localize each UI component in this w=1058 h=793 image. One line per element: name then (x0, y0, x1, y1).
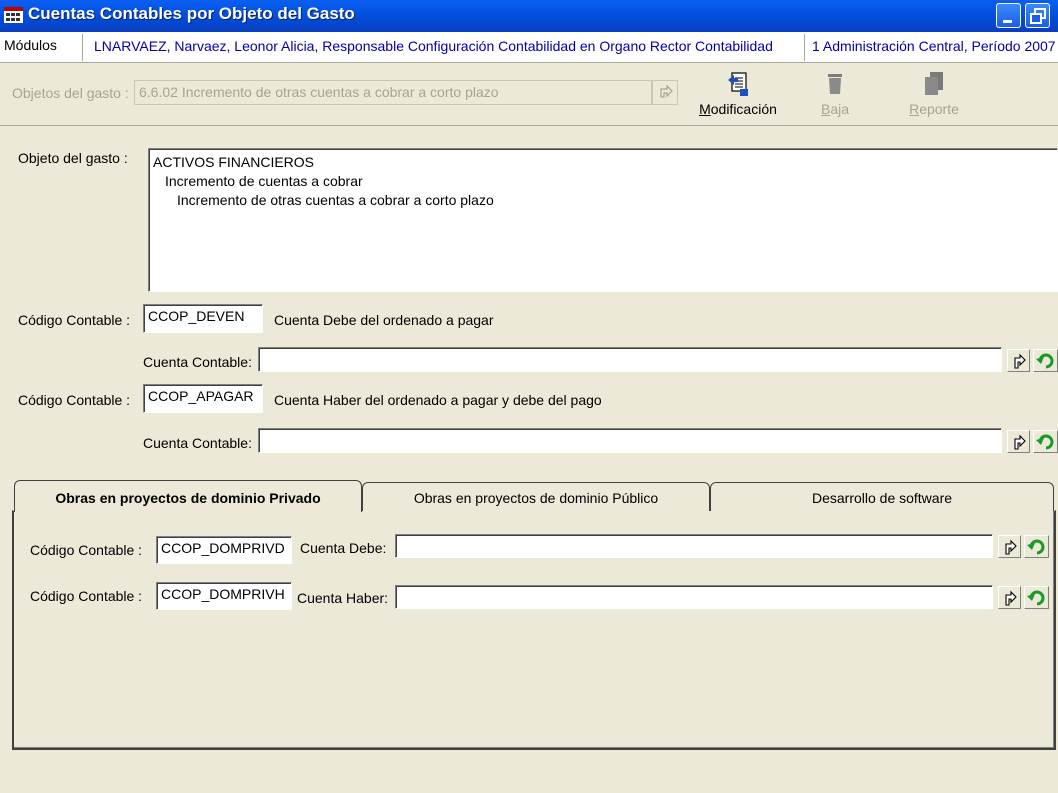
cuenta-debe-clear-button[interactable] (1024, 535, 1049, 558)
codigo-contable-label: Código Contable : (18, 392, 131, 408)
report-icon (925, 72, 943, 95)
objeto-gasto-tree[interactable]: ACTIVOS FINANCIEROS Incremento de cuenta… (148, 148, 1058, 292)
tab-desarrollo-software[interactable]: Desarrollo de software (710, 482, 1054, 511)
undo-icon (1027, 539, 1045, 555)
tree-item-level-1[interactable]: Incremento de cuentas a cobrar (153, 172, 1053, 191)
cuenta-debe-field[interactable] (395, 534, 993, 558)
cuenta-contable-apagar-field[interactable] (258, 428, 1002, 453)
lookup-arrow-icon (1014, 434, 1026, 450)
reporte-button[interactable]: Reporte (898, 70, 970, 122)
divider (82, 34, 83, 61)
codigo-apagar-description: Cuenta Haber del ordenado a pagar y debe… (274, 392, 602, 408)
cuenta-haber-clear-button[interactable] (1024, 586, 1049, 609)
codigo-contable-label: Código Contable : (18, 312, 131, 328)
app-icon (4, 7, 23, 23)
codigo-domprivd-field[interactable]: CCOP_DOMPRIVD (156, 536, 292, 564)
cuenta-haber-label: Cuenta Haber: (297, 590, 389, 606)
codigo-contable-deven-field[interactable]: CCOP_DEVEN (143, 304, 263, 333)
cuenta-debe-label: Cuenta Debe: (300, 540, 387, 556)
window-title: Cuentas Contables por Objeto del Gasto (28, 4, 355, 23)
cuenta-clear-button[interactable] (1033, 349, 1058, 372)
title-bar: Cuentas Contables por Objeto del Gasto (0, 0, 1058, 32)
status-info-bar: Módulos LNARVAEZ, Narvaez, Leonor Alicia… (0, 32, 1058, 63)
tab-dominio-publico[interactable]: Obras en proyectos de dominio Público (362, 482, 710, 511)
lookup-arrow-icon (1014, 353, 1026, 369)
undo-icon (1036, 434, 1054, 450)
cuenta-haber-field[interactable] (395, 585, 993, 609)
codigo-deven-description: Cuenta Debe del ordenado a pagar (274, 312, 494, 328)
lookup-arrow-icon (1005, 590, 1017, 606)
undo-icon (1036, 353, 1054, 369)
undo-icon (1027, 590, 1045, 606)
objetos-gasto-label: Objetos del gasto : (12, 85, 129, 101)
edit-document-icon (728, 72, 748, 96)
cuenta-contable-label: Cuenta Contable: (143, 354, 252, 370)
codigo-domprivh-field[interactable]: CCOP_DOMPRIVH (156, 582, 292, 610)
tree-item-level-0[interactable]: ACTIVOS FINANCIEROS (153, 153, 1053, 172)
objetos-gasto-field[interactable]: 6.6.02 Incremento de otras cuentas a cob… (134, 80, 652, 105)
cuenta-lookup-button[interactable] (1007, 349, 1030, 372)
objetos-lookup-button[interactable] (652, 80, 678, 105)
cuenta-clear-button[interactable] (1033, 430, 1058, 453)
modificacion-button[interactable]: Modificación (694, 70, 782, 122)
tree-item-level-2[interactable]: Incremento de otras cuentas a cobrar a c… (153, 191, 1053, 210)
reporte-label: Reporte (909, 101, 959, 117)
period-info: 1 Administración Central, Período 2007 (812, 38, 1056, 54)
user-info: LNARVAEZ, Narvaez, Leonor Alicia, Respon… (94, 38, 773, 54)
lookup-arrow-icon (660, 84, 673, 98)
cuenta-debe-lookup-button[interactable] (998, 535, 1021, 558)
codigo-contable-label: Código Contable : (30, 542, 143, 558)
minimize-icon (1003, 20, 1012, 23)
tab-dominio-privado[interactable]: Obras en proyectos de dominio Privado (14, 480, 362, 512)
cuenta-haber-lookup-button[interactable] (998, 586, 1021, 609)
baja-label: Baja (820, 101, 850, 117)
minimize-button[interactable] (996, 3, 1021, 28)
toolbar: Objetos del gasto : 6.6.02 Incremento de… (0, 64, 1058, 126)
cuenta-contable-deven-field[interactable] (258, 347, 1002, 372)
restore-button[interactable] (1025, 3, 1050, 28)
divider (804, 34, 805, 61)
restore-icon (1030, 8, 1046, 24)
modificacion-label: Modificación (699, 101, 777, 117)
objeto-gasto-label: Objeto del gasto : (18, 150, 128, 166)
cuenta-lookup-button[interactable] (1007, 430, 1030, 453)
baja-button[interactable]: Baja (812, 70, 858, 122)
lookup-arrow-icon (1005, 539, 1017, 555)
tab-panel: Código Contable : CCOP_DOMPRIVD Cuenta D… (12, 510, 1056, 750)
codigo-contable-label: Código Contable : (30, 588, 143, 604)
cuenta-contable-label: Cuenta Contable: (143, 435, 252, 451)
modules-menu[interactable]: Módulos (4, 37, 57, 53)
trash-icon (828, 74, 842, 94)
codigo-contable-apagar-field[interactable]: CCOP_APAGAR (143, 384, 263, 413)
